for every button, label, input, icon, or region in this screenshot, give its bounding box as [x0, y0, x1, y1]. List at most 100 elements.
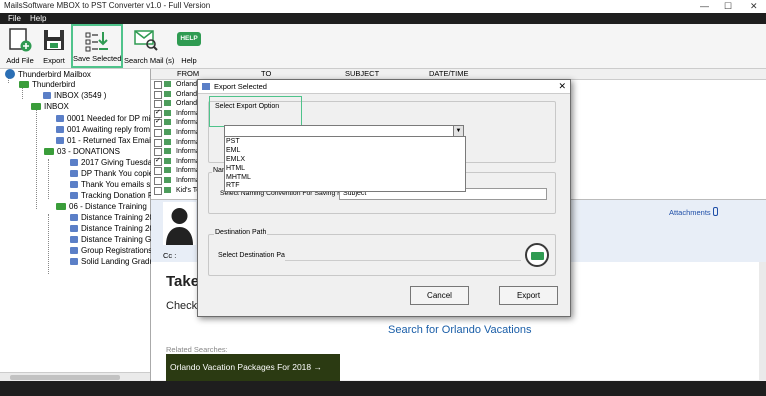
row-checkbox[interactable]: [154, 81, 162, 89]
scroll-thumb[interactable]: [10, 375, 120, 380]
export-dialog: Export Selected ✕ Select Export Option ▼…: [197, 79, 571, 317]
tree-item[interactable]: Tracking Donation F: [70, 191, 153, 201]
row-checkbox[interactable]: [154, 117, 162, 128]
folder-icon: [19, 81, 29, 88]
option-rtf[interactable]: RTF: [226, 182, 239, 190]
tree-item[interactable]: 2017 Giving Tuesday: [70, 158, 156, 168]
add-file-icon: [9, 28, 32, 52]
envelope-icon: [164, 167, 171, 174]
mail-icon: [70, 225, 78, 232]
mail-icon: [56, 115, 64, 122]
tree-inbox-count[interactable]: INBOX (3549 ): [43, 91, 106, 101]
highlight-box: [209, 96, 302, 127]
title-bar: MailsSoftware MBOX to PST Converter v1.0…: [0, 0, 766, 13]
tree-thunderbird[interactable]: Thunderbird: [19, 80, 75, 90]
package-link[interactable]: Orlando Vacation Packages For 2018 →: [166, 354, 340, 381]
mail-search-icon: [134, 30, 158, 51]
tree-item[interactable]: Solid Landing Gradu: [70, 257, 154, 267]
option-mhtml[interactable]: MHTML: [226, 174, 251, 182]
row-checkbox[interactable]: [154, 90, 162, 99]
destination-path-input[interactable]: [285, 250, 521, 261]
mail-icon: [70, 170, 78, 177]
tree-item[interactable]: Thank You emails s: [70, 180, 150, 190]
mail-icon: [56, 137, 64, 144]
col-subject[interactable]: SUBJECT: [345, 69, 379, 78]
window-title: MailsSoftware MBOX to PST Converter v1.0…: [4, 1, 211, 10]
save-disk-icon: [44, 30, 64, 50]
destination-label: Select Destination Path: [218, 252, 291, 259]
row-checkbox[interactable]: [154, 138, 162, 147]
row-checkbox[interactable]: [154, 129, 162, 137]
envelope-icon: [164, 100, 171, 107]
folder-icon: [44, 148, 54, 155]
minimize-button[interactable]: —: [700, 1, 709, 11]
mail-icon: [70, 192, 78, 199]
envelope-icon: [164, 186, 171, 193]
tree-item[interactable]: DP Thank You copie: [70, 169, 153, 179]
envelope-icon: [164, 148, 171, 155]
mail-icon: [70, 181, 78, 188]
envelope-icon: [164, 109, 171, 116]
toolbar: Add File Export Save Selected Search Mai…: [0, 24, 766, 69]
body-subline: Check: [166, 300, 198, 312]
envelope-icon: [164, 177, 171, 183]
tree-item[interactable]: 01 - Returned Tax Email: [56, 136, 153, 146]
folder-icon: [56, 203, 66, 210]
tree-item[interactable]: 0001 Needed for DP mig: [56, 114, 155, 124]
tree-item[interactable]: Distance Training 20: [70, 224, 154, 234]
add-file-button[interactable]: Add File: [3, 24, 37, 68]
row-checkbox[interactable]: [154, 186, 162, 195]
col-from[interactable]: FROM: [177, 69, 199, 78]
dialog-close-button[interactable]: ✕: [558, 81, 566, 92]
col-to[interactable]: TO: [261, 69, 271, 78]
maximize-button[interactable]: ☐: [724, 1, 732, 12]
option-emlx[interactable]: EMLX: [226, 156, 245, 164]
attachments-link[interactable]: Attachments: [669, 207, 718, 217]
row-checkbox[interactable]: [154, 156, 162, 166]
tree-item[interactable]: 06 - Distance Training: [56, 202, 147, 212]
mail-icon: [70, 159, 78, 166]
search-mail-button[interactable]: Search Mail (s): [124, 24, 174, 68]
envelope-icon: [164, 90, 171, 97]
folder-tree: Thunderbird Mailbox Thunderbird INBOX (3…: [0, 69, 158, 381]
tree-item[interactable]: Distance Training G: [70, 235, 151, 245]
tree-inbox[interactable]: INBOX: [31, 102, 69, 112]
option-html[interactable]: HTML: [226, 165, 245, 173]
save-selected-label: Save Selected: [73, 54, 122, 63]
body-vertical-scrollbar[interactable]: [759, 262, 766, 380]
close-button[interactable]: ✕: [750, 1, 758, 12]
mail-icon: [70, 214, 78, 221]
tree-item[interactable]: Group Registrations: [70, 246, 152, 256]
row-checkbox[interactable]: [154, 167, 162, 176]
menu-help[interactable]: Help: [30, 14, 46, 23]
export-label: Export: [43, 56, 65, 65]
folder-icon: [531, 252, 544, 260]
export-dialog-button[interactable]: Export: [499, 286, 558, 305]
tree-root[interactable]: Thunderbird Mailbox: [5, 69, 91, 79]
option-pst[interactable]: PST: [226, 138, 240, 146]
chevron-down-icon[interactable]: ▼: [453, 126, 463, 136]
folder-icon: [31, 103, 41, 110]
help-icon: HELP: [177, 32, 201, 46]
col-date[interactable]: DATE/TIME: [429, 69, 468, 78]
envelope-icon: [164, 157, 171, 164]
save-selected-button[interactable]: Save Selected: [71, 24, 123, 68]
export-option-dropdown: PST EML EMLX HTML MHTML RTF: [224, 136, 466, 192]
row-checkbox[interactable]: [154, 177, 162, 185]
envelope-icon: [164, 81, 171, 87]
tree-item[interactable]: 001 Awaiting reply from S: [56, 125, 158, 135]
menu-bar: File Help: [0, 13, 766, 24]
thunderbird-icon: [5, 69, 15, 79]
tree-item[interactable]: Distance Training 20: [70, 213, 154, 223]
add-file-label: Add File: [6, 56, 34, 65]
option-eml[interactable]: EML: [226, 147, 240, 155]
help-button[interactable]: HELP Help: [172, 24, 206, 68]
mail-icon: [70, 236, 78, 243]
body-headline: Take: [166, 273, 200, 290]
browse-folder-button[interactable]: [525, 243, 549, 267]
tree-item[interactable]: 03 - DONATIONS: [44, 147, 120, 157]
cancel-button[interactable]: Cancel: [410, 286, 469, 305]
export-button[interactable]: Export: [39, 24, 69, 68]
search-link[interactable]: Search for Orlando Vacations: [388, 324, 531, 336]
menu-file[interactable]: File: [8, 14, 21, 23]
